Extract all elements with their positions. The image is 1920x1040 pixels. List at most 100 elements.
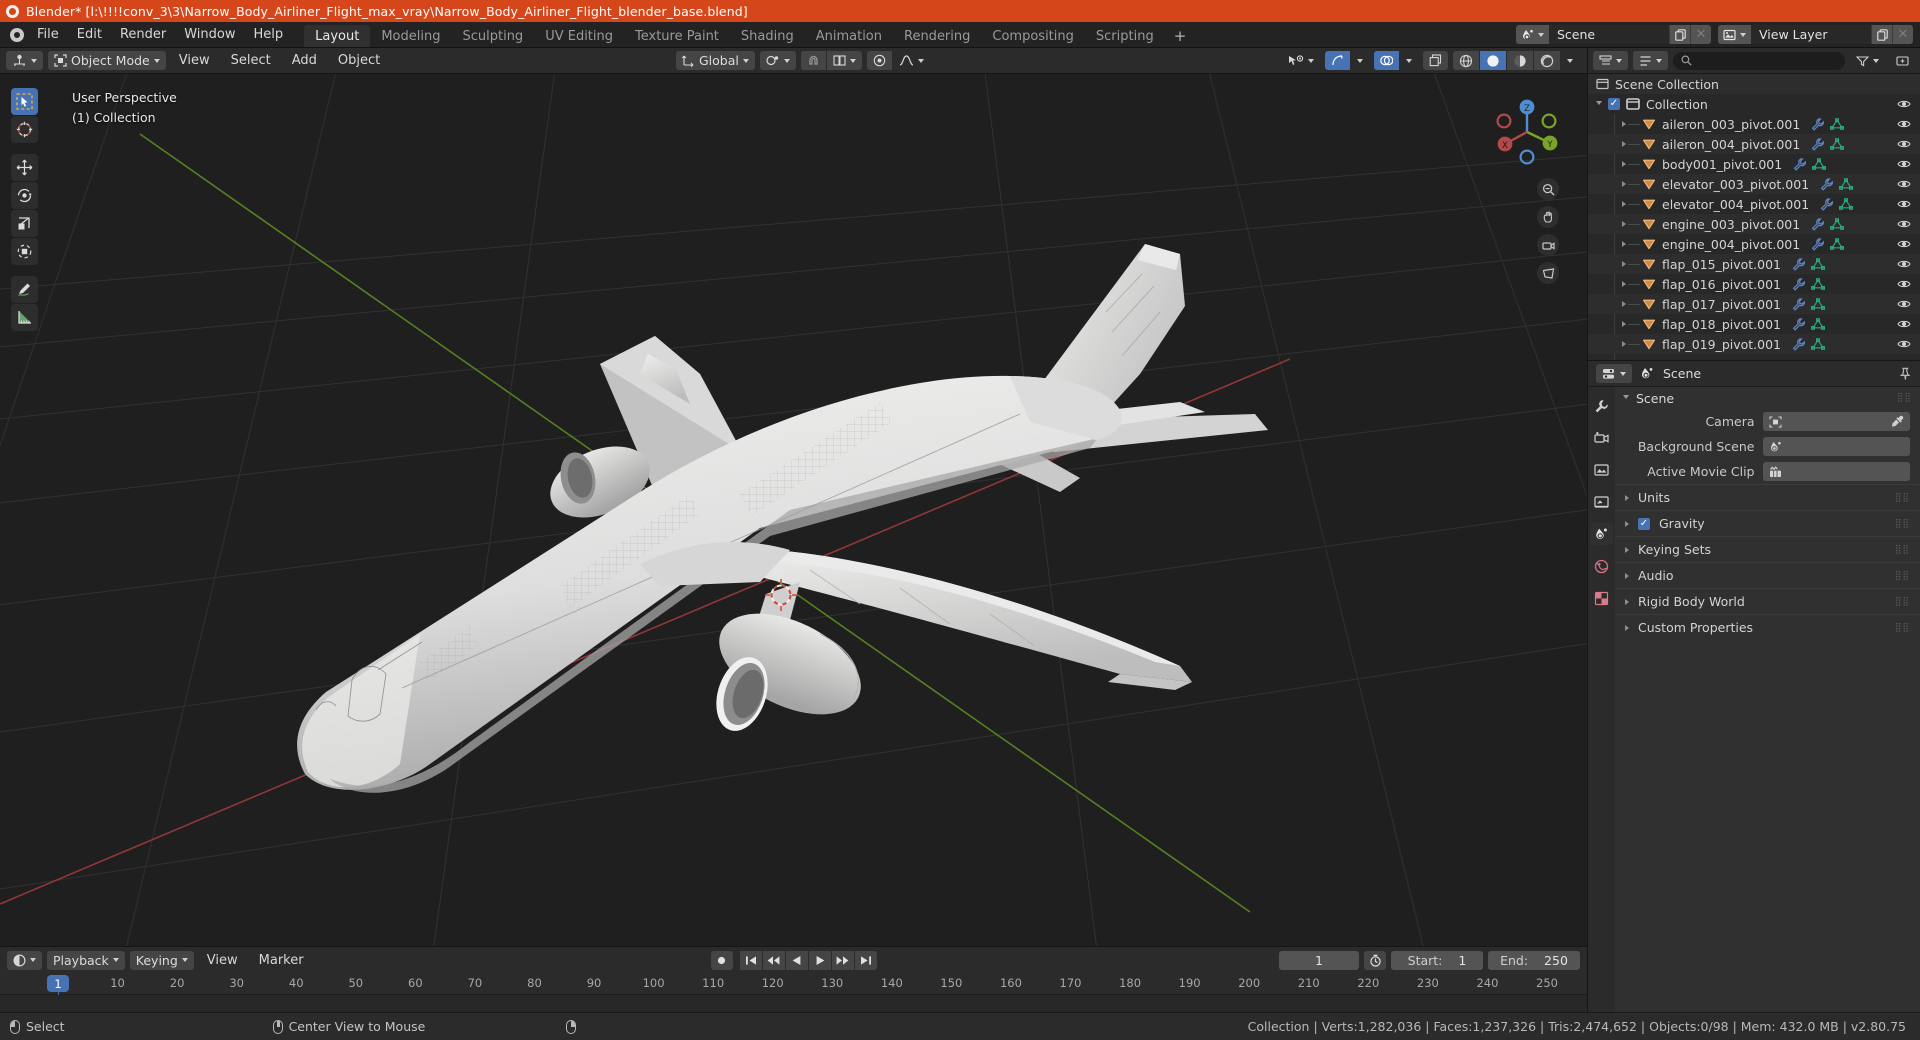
gizmo-toggle[interactable] bbox=[1325, 51, 1350, 70]
outliner-row[interactable]: flap_016_pivot.001 bbox=[1588, 274, 1920, 294]
modifier-wrench-icon[interactable] bbox=[1819, 177, 1834, 191]
transform-tool-icon[interactable] bbox=[11, 238, 38, 265]
end-frame-field[interactable]: End: 250 bbox=[1488, 950, 1580, 970]
modifier-wrench-icon[interactable] bbox=[1791, 317, 1806, 331]
object-disclosure-icon[interactable] bbox=[1622, 301, 1626, 307]
editor-type-selector[interactable] bbox=[6, 51, 43, 70]
active-movie-clip-field[interactable] bbox=[1762, 462, 1910, 481]
modifier-wrench-icon[interactable] bbox=[1791, 277, 1806, 291]
view-layer-browse-icon[interactable] bbox=[1718, 25, 1751, 44]
object-visibility-eye-icon[interactable] bbox=[1897, 159, 1911, 170]
mesh-data-icon[interactable] bbox=[1830, 237, 1845, 251]
modifier-wrench-icon[interactable] bbox=[1810, 217, 1825, 231]
object-disclosure-icon[interactable] bbox=[1622, 161, 1626, 167]
viewport-menu-select[interactable]: Select bbox=[223, 51, 279, 70]
scene-properties-tab[interactable] bbox=[1590, 523, 1613, 545]
viewport-menu-object[interactable]: Object bbox=[330, 51, 388, 70]
modifier-wrench-icon[interactable] bbox=[1791, 257, 1806, 271]
section-disclosure-icon[interactable] bbox=[1625, 598, 1629, 605]
start-frame-field[interactable]: Start: 1 bbox=[1391, 950, 1483, 970]
object-visibility-eye-icon[interactable] bbox=[1897, 139, 1911, 150]
current-frame-field[interactable]: 1 bbox=[1279, 950, 1359, 970]
outliner-row[interactable]: aileron_003_pivot.001 bbox=[1588, 114, 1920, 134]
mesh-data-icon[interactable] bbox=[1811, 297, 1826, 311]
collection-visibility-eye-icon[interactable] bbox=[1897, 99, 1911, 110]
mesh-data-icon[interactable] bbox=[1830, 217, 1845, 231]
mesh-data-icon[interactable] bbox=[1830, 137, 1845, 151]
visibility-selector[interactable] bbox=[1282, 51, 1320, 70]
object-disclosure-icon[interactable] bbox=[1622, 121, 1626, 127]
object-disclosure-icon[interactable] bbox=[1622, 141, 1626, 147]
object-visibility-eye-icon[interactable] bbox=[1897, 339, 1911, 350]
properties-editor-type-icon[interactable] bbox=[1596, 364, 1632, 383]
timeline-editor-type-icon[interactable] bbox=[7, 950, 42, 970]
render-properties-tab[interactable] bbox=[1591, 427, 1613, 449]
playback-menu[interactable]: Playback bbox=[47, 950, 125, 970]
tab-modeling[interactable]: Modeling bbox=[370, 25, 451, 47]
pan-hand-icon[interactable] bbox=[1537, 206, 1559, 228]
properties-section[interactable]: Custom Properties ⣿⣿ bbox=[1615, 614, 1920, 640]
jump-to-end-button[interactable] bbox=[854, 950, 877, 970]
use-preview-range-icon[interactable] bbox=[1364, 950, 1386, 970]
pivot-point-selector[interactable] bbox=[759, 51, 796, 70]
outliner-tree[interactable]: Scene Collection ✓ Collection aileron_00… bbox=[1588, 74, 1920, 360]
annotate-tool-icon[interactable] bbox=[11, 276, 38, 303]
modifier-wrench-icon[interactable] bbox=[1810, 137, 1825, 151]
tab-layout[interactable]: Layout bbox=[304, 25, 371, 47]
outliner-row[interactable]: elevator_004_pivot.001 bbox=[1588, 194, 1920, 214]
scale-tool-icon[interactable] bbox=[11, 210, 38, 237]
properties-section[interactable]: Units ⣿⣿ bbox=[1615, 484, 1920, 510]
properties-section[interactable]: ✓ Gravity ⣿⣿ bbox=[1615, 510, 1920, 536]
outliner-search-input[interactable] bbox=[1673, 51, 1845, 70]
mesh-data-icon[interactable] bbox=[1830, 117, 1845, 131]
object-visibility-eye-icon[interactable] bbox=[1897, 259, 1911, 270]
section-checkbox[interactable]: ✓ bbox=[1638, 517, 1650, 530]
section-disclosure-icon[interactable] bbox=[1625, 572, 1629, 579]
properties-section[interactable]: Rigid Body World ⣿⣿ bbox=[1615, 588, 1920, 614]
properties-section[interactable]: Audio ⣿⣿ bbox=[1615, 562, 1920, 588]
play-reverse-button[interactable] bbox=[785, 950, 808, 970]
object-disclosure-icon[interactable] bbox=[1622, 201, 1626, 207]
collection-checkbox[interactable]: ✓ bbox=[1608, 98, 1620, 110]
object-disclosure-icon[interactable] bbox=[1622, 341, 1626, 347]
outliner-row[interactable]: flap_018_pivot.001 bbox=[1588, 314, 1920, 334]
tab-scripting[interactable]: Scripting bbox=[1085, 25, 1165, 47]
view-layer-name-field[interactable]: View Layer bbox=[1751, 25, 1871, 44]
object-visibility-eye-icon[interactable] bbox=[1897, 319, 1911, 330]
overlays-toggle[interactable] bbox=[1374, 51, 1399, 70]
object-disclosure-icon[interactable] bbox=[1622, 321, 1626, 327]
keying-menu[interactable]: Keying bbox=[129, 950, 194, 970]
menu-edit[interactable]: Edit bbox=[68, 22, 111, 47]
jump-to-start-button[interactable] bbox=[739, 950, 762, 970]
shading-solid-button[interactable] bbox=[1480, 51, 1506, 70]
play-button[interactable] bbox=[808, 950, 831, 970]
modifier-wrench-icon[interactable] bbox=[1810, 237, 1825, 251]
zoom-icon[interactable] bbox=[1537, 178, 1559, 200]
pin-icon[interactable] bbox=[1898, 367, 1912, 381]
shading-material-button[interactable] bbox=[1507, 51, 1533, 70]
unlink-scene-button[interactable]: ✕ bbox=[1690, 25, 1711, 44]
outliner-row[interactable]: engine_004_pivot.001 bbox=[1588, 234, 1920, 254]
object-disclosure-icon[interactable] bbox=[1622, 221, 1626, 227]
tab-animation[interactable]: Animation bbox=[805, 25, 893, 47]
object-disclosure-icon[interactable] bbox=[1622, 181, 1626, 187]
outliner-row[interactable]: body001_pivot.001 bbox=[1588, 154, 1920, 174]
menu-render[interactable]: Render bbox=[111, 22, 175, 47]
output-properties-tab[interactable] bbox=[1591, 459, 1613, 481]
outliner-row[interactable]: flap_019_pivot.001 bbox=[1588, 334, 1920, 354]
object-visibility-eye-icon[interactable] bbox=[1897, 219, 1911, 230]
view-layer-selector[interactable]: View Layer ✕ bbox=[1718, 25, 1913, 44]
camera-view-icon[interactable] bbox=[1537, 234, 1559, 256]
object-disclosure-icon[interactable] bbox=[1622, 281, 1626, 287]
menu-file[interactable]: File bbox=[28, 22, 68, 47]
collection-disclosure-icon[interactable] bbox=[1596, 100, 1602, 108]
jump-to-next-keyframe-button[interactable] bbox=[831, 950, 854, 970]
perspective-toggle-icon[interactable] bbox=[1537, 262, 1559, 284]
camera-field[interactable] bbox=[1762, 412, 1910, 431]
outliner-editor-type-icon[interactable] bbox=[1593, 51, 1628, 70]
outliner-filter-icon[interactable] bbox=[1850, 51, 1885, 70]
object-visibility-eye-icon[interactable] bbox=[1897, 279, 1911, 290]
transform-orientation-selector[interactable]: Global bbox=[676, 51, 755, 70]
object-disclosure-icon[interactable] bbox=[1622, 261, 1626, 267]
select-box-tool-icon[interactable] bbox=[11, 88, 38, 115]
